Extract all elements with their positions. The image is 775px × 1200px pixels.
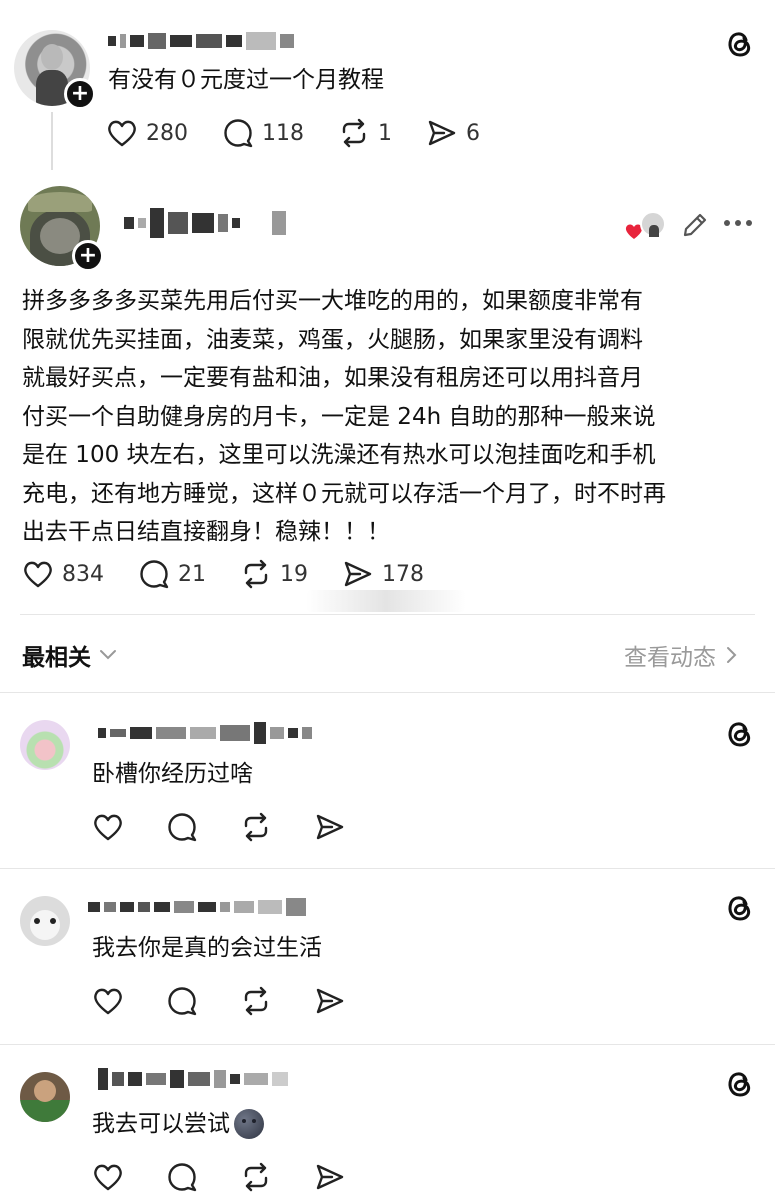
reply3-text: 我去可以尝试 [92, 1106, 264, 1142]
repost-button[interactable]: 19 [240, 559, 308, 589]
reply2-username-redacted [88, 898, 306, 916]
repost-icon [244, 559, 268, 589]
reply3-username-redacted [98, 1068, 288, 1090]
heart-icon [24, 561, 52, 588]
repost-icon [342, 118, 366, 148]
share-icon [316, 814, 344, 840]
threads-icon[interactable] [722, 890, 756, 924]
divider [0, 1044, 775, 1045]
threads-icon[interactable] [722, 26, 756, 60]
view-activity-link[interactable]: 查看动态 [624, 638, 738, 672]
share-button[interactable] [314, 812, 346, 842]
reply1-username-redacted [98, 722, 312, 744]
repost-icon [244, 812, 268, 842]
post2-text-line: 是在 100 块左右，这里可以洗澡还有热水可以泡挂面吃和手机 [22, 442, 656, 468]
heart-icon [94, 1164, 122, 1191]
view-activity-label: 查看动态 [624, 645, 716, 671]
comment-icon [140, 560, 169, 589]
post2-text-line: 拼多多多多买菜先用后付买一大堆吃的用的，如果额度非常有 [22, 288, 643, 314]
comment-icon [168, 1163, 197, 1192]
heart-icon [108, 120, 136, 147]
share-count: 6 [466, 120, 480, 146]
comment-button[interactable] [166, 812, 198, 842]
post2-text-line: 就最好买点，一定要有盐和油，如果没有租房还可以用抖音月 [22, 365, 643, 391]
comment-count: 118 [262, 120, 304, 146]
moon-emoji-icon [234, 1109, 264, 1139]
more-icon[interactable] [722, 216, 754, 230]
like-count: 834 [62, 561, 104, 587]
liked-by-indicator[interactable] [622, 210, 670, 240]
share-icon [316, 988, 344, 1014]
share-icon [344, 561, 372, 587]
threads-icon[interactable] [722, 716, 756, 750]
post2-text-line: 出去干点日结直接翻身！稳辣！！！ [22, 519, 390, 545]
post2-actions: 834 21 19 178 [22, 559, 458, 589]
reply2-avatar[interactable] [20, 896, 70, 946]
share-icon [316, 1164, 344, 1190]
reply1-actions [92, 812, 380, 842]
reply1-avatar[interactable] [20, 720, 70, 770]
post1-username-redacted [108, 32, 294, 50]
like-button[interactable]: 280 [106, 118, 188, 148]
sort-label: 最相关 [22, 645, 91, 671]
repost-count: 19 [280, 561, 308, 587]
comment-icon [168, 813, 197, 842]
repost-icon [244, 986, 268, 1016]
sort-dropdown[interactable]: 最相关 [22, 638, 117, 672]
divider [20, 614, 755, 615]
reply3-avatar[interactable] [20, 1072, 70, 1122]
like-button[interactable] [92, 1162, 124, 1192]
reply2-actions [92, 986, 380, 1016]
repost-count: 1 [378, 120, 392, 146]
post2-text-line: 付买一个自助健身房的月卡，一定是 24h 自助的那种一般来说 [22, 403, 656, 430]
like-count: 280 [146, 120, 188, 146]
post2-follow-plus-icon[interactable]: + [72, 240, 104, 272]
heart-icon [94, 814, 122, 841]
comment-button[interactable]: 21 [138, 559, 206, 589]
liker-avatar [640, 211, 666, 237]
post2-text-line: 限就优先买挂面，油麦菜，鸡蛋，火腿肠，如果家里没有调料 [22, 326, 643, 353]
chevron-right-icon [727, 647, 737, 663]
comment-button[interactable] [166, 986, 198, 1016]
repost-button[interactable] [240, 1162, 272, 1192]
post1-text: 有没有０元度过一个月教程 [108, 67, 384, 93]
post1-actions: 280 118 1 6 [106, 118, 514, 148]
comment-icon [224, 119, 253, 148]
share-icon [428, 120, 456, 146]
post2-username-redacted [124, 208, 286, 238]
reply3-text-label: 我去可以尝试 [92, 1111, 230, 1137]
share-button[interactable] [314, 986, 346, 1016]
repost-icon [244, 1162, 268, 1192]
watermark-smudge [306, 590, 466, 612]
comment-button[interactable] [166, 1162, 198, 1192]
heart-icon [94, 988, 122, 1015]
comment-button[interactable]: 118 [222, 118, 304, 148]
divider [0, 692, 775, 693]
edit-icon[interactable] [680, 210, 710, 240]
repost-button[interactable] [240, 812, 272, 842]
chevron-down-icon [100, 650, 116, 660]
reply2-text: 我去你是真的会过生活 [92, 935, 322, 961]
like-button[interactable] [92, 986, 124, 1016]
like-button[interactable] [92, 812, 124, 842]
thread-connector [51, 112, 53, 170]
divider [0, 868, 775, 869]
post2-text-line: 充电，还有地方睡觉，这样０元就可以存活一个月了，时不时再 [22, 480, 666, 507]
share-button[interactable]: 6 [426, 118, 480, 148]
repost-button[interactable]: 1 [338, 118, 392, 148]
share-count: 178 [382, 561, 424, 587]
threads-icon[interactable] [722, 1066, 756, 1100]
repost-button[interactable] [240, 986, 272, 1016]
comment-count: 21 [178, 561, 206, 587]
comment-icon [168, 987, 197, 1016]
share-button[interactable] [314, 1162, 346, 1192]
like-button[interactable]: 834 [22, 559, 104, 589]
share-button[interactable]: 178 [342, 559, 424, 589]
post1-follow-plus-icon[interactable]: + [64, 78, 96, 110]
reply1-text: 卧槽你经历过啥 [92, 761, 253, 787]
reply3-actions [92, 1162, 380, 1192]
post2-text: 拼多多多多买菜先用后付买一大堆吃的用的，如果额度非常有 限就优先买挂面，油麦菜，… [22, 282, 762, 552]
